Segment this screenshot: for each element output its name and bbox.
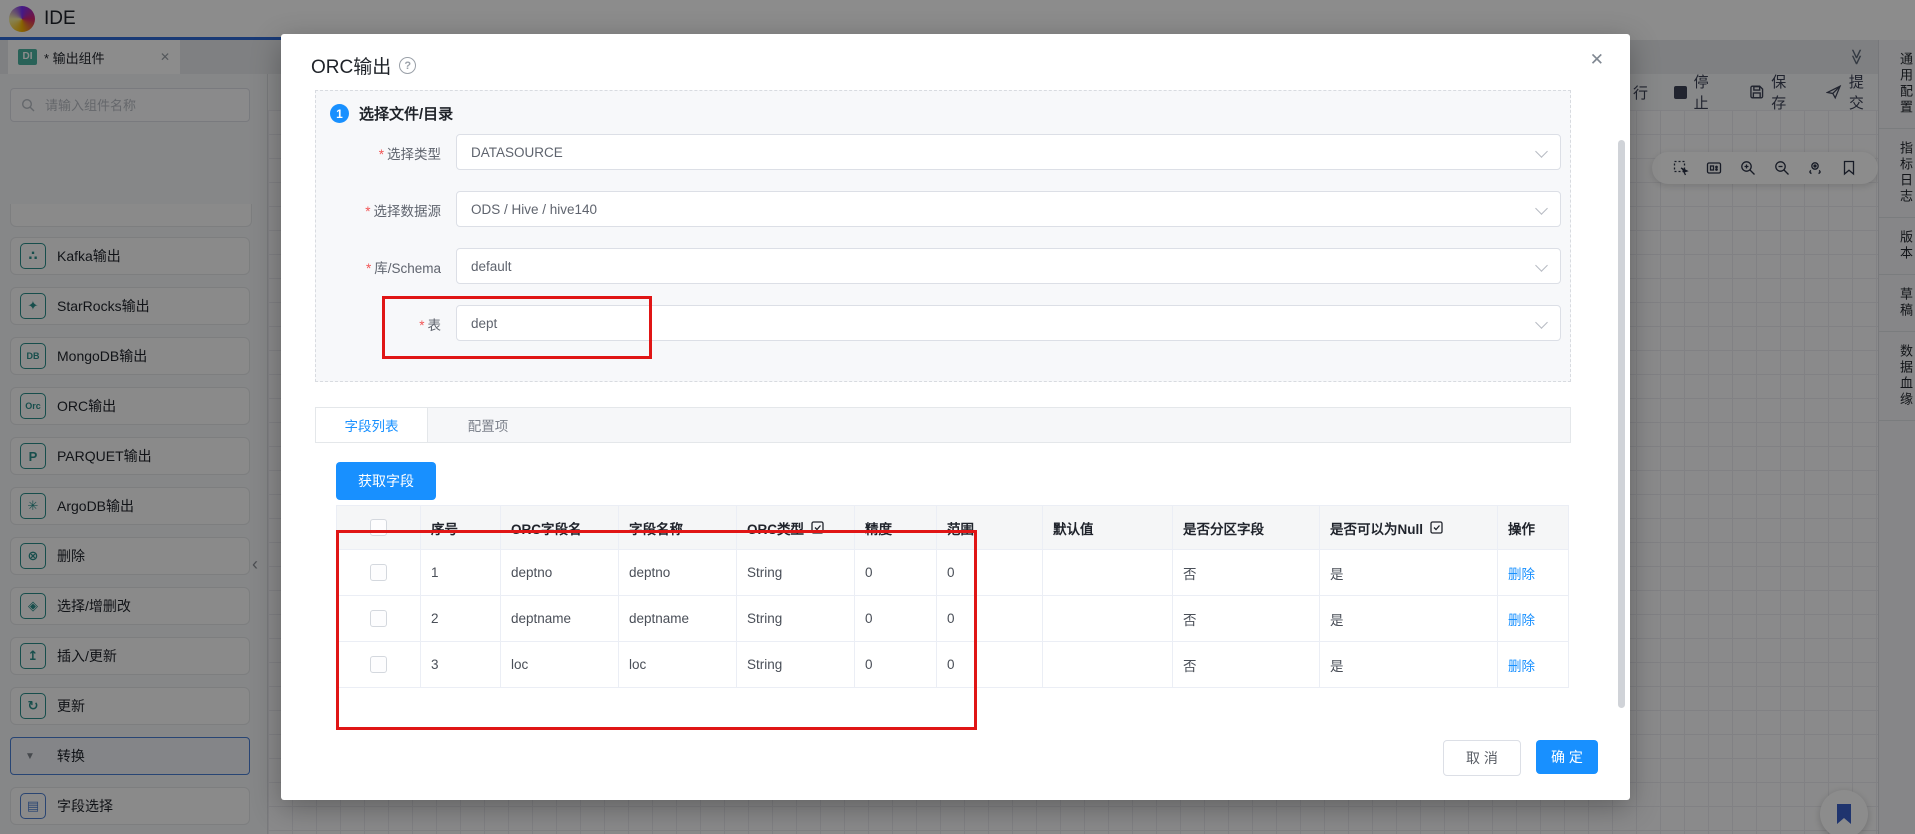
col-default: 默认值 xyxy=(1042,505,1173,550)
annotation-box-field-rows xyxy=(336,530,977,730)
modal-scrollbar[interactable] xyxy=(1618,140,1625,708)
edit-column-icon[interactable] xyxy=(1429,520,1444,535)
select-datasource-dropdown[interactable]: ODS / Hive / hive140 xyxy=(456,191,1561,227)
fetch-fields-button[interactable]: 获取字段 xyxy=(336,462,436,500)
cancel-button[interactable]: 取 消 xyxy=(1443,740,1521,776)
col-action: 操作 xyxy=(1497,505,1569,550)
modal-tab-bar: 字段列表 配置项 xyxy=(315,407,1571,443)
chevron-down-icon xyxy=(1535,145,1548,158)
chevron-down-icon xyxy=(1535,202,1548,215)
col-nullable: 是否可以为Null xyxy=(1319,505,1498,550)
select-schema-dropdown[interactable]: default xyxy=(456,248,1561,284)
chevron-down-icon xyxy=(1535,259,1548,272)
tab-config[interactable]: 配置项 xyxy=(428,408,548,442)
field-label: 库/Schema xyxy=(374,261,441,276)
section-title: 选择文件/目录 xyxy=(359,106,454,123)
delete-row-link[interactable]: 删除 xyxy=(1508,659,1535,674)
col-is-partition: 是否分区字段 xyxy=(1172,505,1320,550)
modal-close-icon[interactable]: ✕ xyxy=(1590,50,1604,70)
chevron-down-icon xyxy=(1535,316,1548,329)
annotation-box-table-field xyxy=(382,296,652,359)
orc-output-modal: ORC输出 ? ✕ 1 选择文件/目录 * 选择类型 DATASOURCE * 选择… xyxy=(281,34,1630,800)
form-row-datasource: * 选择数据源 ODS / Hive / hive140 xyxy=(316,191,1570,227)
help-icon[interactable]: ? xyxy=(399,57,417,74)
delete-row-link[interactable]: 删除 xyxy=(1508,567,1535,582)
confirm-button[interactable]: 确 定 xyxy=(1536,740,1598,774)
form-row-type: * 选择类型 DATASOURCE xyxy=(316,134,1570,170)
modal-title: ORC输出 xyxy=(311,57,392,78)
field-label: 选择类型 xyxy=(387,147,441,162)
tab-field-list[interactable]: 字段列表 xyxy=(316,408,428,442)
select-type-dropdown[interactable]: DATASOURCE xyxy=(456,134,1561,170)
delete-row-link[interactable]: 删除 xyxy=(1508,613,1535,628)
form-row-schema: * 库/Schema default xyxy=(316,248,1570,284)
screen: IDE DI * 输出组件 ✕ ≫ 行 停止 保存 提交 通用配置 指标日志 版… xyxy=(0,0,1915,834)
field-label: 选择数据源 xyxy=(373,204,442,219)
section-number-badge: 1 xyxy=(330,104,349,123)
required-mark: * xyxy=(378,147,384,162)
